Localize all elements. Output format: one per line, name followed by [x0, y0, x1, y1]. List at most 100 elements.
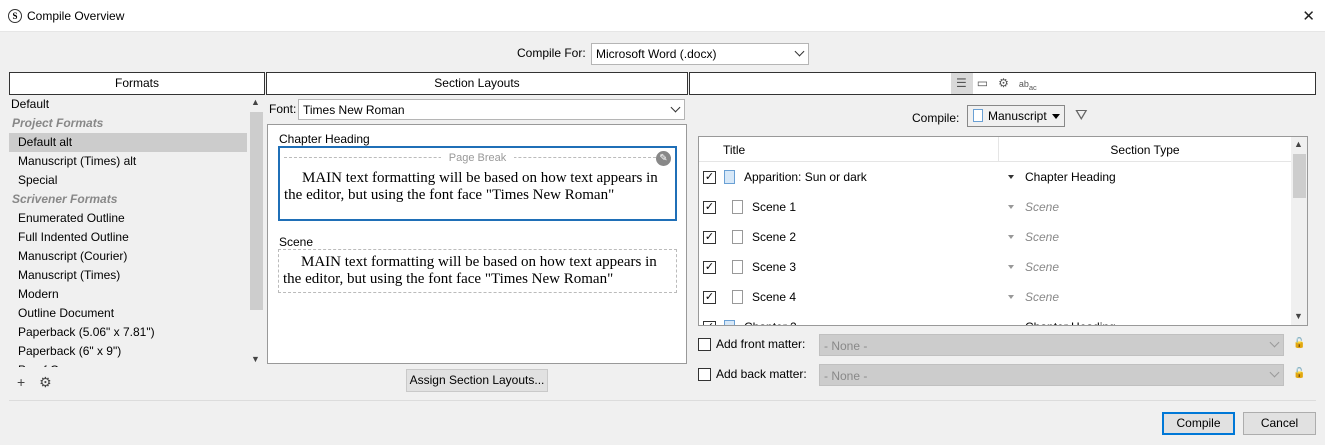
back-matter-label: Add back matter: [716, 367, 807, 381]
include-checkbox[interactable]: ✓ [703, 201, 716, 214]
edit-icon[interactable]: ✎ [656, 151, 671, 166]
compile-group-dropdown[interactable]: Manuscript [967, 105, 1065, 127]
document-icon [732, 290, 743, 304]
filter-icon[interactable]: ⛛ [1075, 107, 1088, 124]
cancel-button[interactable]: Cancel [1243, 412, 1316, 435]
dropdown-arrow-icon [1052, 114, 1060, 119]
include-checkbox[interactable]: ✓ [703, 171, 716, 184]
row-section-type[interactable]: Scene [1025, 230, 1059, 244]
format-list-item[interactable]: Full Indented Outline [9, 228, 265, 247]
chevron-down-icon [1269, 337, 1280, 348]
add-format-icon[interactable]: + [17, 374, 25, 390]
lock-icon[interactable]: 🔓 [1293, 338, 1305, 349]
formats-header: Formats [9, 72, 265, 95]
include-checkbox[interactable]: ✓ [703, 321, 716, 325]
row-title: Scene 1 [752, 200, 797, 214]
chevron-down-icon [794, 46, 805, 57]
section-type-dropdown-icon[interactable] [1008, 235, 1014, 239]
window-title: Compile Overview [27, 9, 125, 23]
scroll-up-icon[interactable]: ▲ [1294, 139, 1303, 149]
section-type-dropdown-icon[interactable] [1008, 295, 1014, 299]
row-title: Apparition: Sun or dark [744, 170, 867, 184]
replace-text-icon[interactable]: abac [1019, 79, 1037, 92]
section-type-dropdown-icon[interactable] [1008, 175, 1014, 179]
footer-divider [9, 400, 1316, 401]
format-list-item[interactable]: Default [9, 95, 265, 114]
back-matter-value: - None - [824, 369, 868, 383]
table-header: Title Section Type [699, 137, 1291, 162]
front-matter-select[interactable]: - None - [819, 334, 1284, 356]
format-list-item[interactable]: Modern [9, 285, 265, 304]
format-list-item[interactable]: Manuscript (Courier) [9, 247, 265, 266]
include-checkbox[interactable]: ✓ [703, 231, 716, 244]
table-row[interactable]: ✓ Scene 1 Scene [699, 193, 1291, 223]
col-title-header[interactable]: Title [723, 143, 745, 157]
title-bar: S Compile Overview ✕ [0, 0, 1325, 32]
row-section-type[interactable]: Scene [1025, 290, 1059, 304]
page-break: Page Break [284, 150, 671, 164]
include-checkbox[interactable]: ✓ [703, 261, 716, 274]
section-layouts-header: Section Layouts [266, 72, 688, 95]
table-row[interactable]: ✓ Chapter 2 Chapter Heading [699, 313, 1291, 326]
format-list-item[interactable]: Proof Copy [9, 361, 265, 367]
compile-button[interactable]: Compile [1162, 412, 1235, 435]
list-icon[interactable]: ☰ [956, 76, 977, 90]
compile-for-select[interactable]: Microsoft Word (.docx) [591, 43, 809, 65]
format-list-item[interactable]: Enumerated Outline [9, 209, 265, 228]
section-type-dropdown-icon[interactable] [1008, 265, 1014, 269]
table-row[interactable]: ✓ Scene 3 Scene [699, 253, 1291, 283]
chevron-down-icon [1269, 367, 1280, 378]
table-row[interactable]: ✓ Scene 4 Scene [699, 283, 1291, 313]
scrivener-app-icon: S [8, 9, 22, 23]
chapter-heading-sample[interactable]: Page Break MAIN text formatting will be … [278, 146, 677, 221]
back-matter-select[interactable]: - None - [819, 364, 1284, 386]
assign-section-layouts-button[interactable]: Assign Section Layouts... [406, 369, 548, 392]
scroll-down-icon[interactable]: ▼ [251, 354, 260, 364]
chapter-heading-label: Chapter Heading [279, 132, 370, 146]
close-icon[interactable]: ✕ [1302, 7, 1315, 25]
row-section-type[interactable]: Chapter Heading [1025, 170, 1116, 184]
format-list-item[interactable]: Paperback (5.06" x 7.81") [9, 323, 265, 342]
row-section-type[interactable]: Chapter Heading [1025, 320, 1116, 325]
contents-scrollbar[interactable]: ▲ ▼ [1291, 137, 1307, 325]
section-type-dropdown-icon[interactable] [1008, 205, 1014, 209]
front-matter-value: - None - [824, 339, 868, 353]
row-section-type[interactable]: Scene [1025, 200, 1059, 214]
tag-icon[interactable]: ▭ [977, 76, 998, 90]
format-list-item[interactable]: Special [9, 171, 265, 190]
col-section-type-header[interactable]: Section Type [999, 143, 1291, 157]
gear-icon[interactable]: ⚙ [998, 76, 1019, 90]
format-list-item[interactable]: Paperback (6" x 9") [9, 342, 265, 361]
scroll-thumb[interactable] [1293, 154, 1306, 198]
lock-icon[interactable]: 🔓 [1293, 368, 1305, 379]
scroll-up-icon[interactable]: ▲ [251, 97, 260, 107]
scroll-thumb[interactable] [250, 112, 263, 310]
front-matter-checkbox[interactable] [698, 338, 711, 351]
table-row[interactable]: ✓ Apparition: Sun or dark Chapter Heading [699, 163, 1291, 193]
font-label: Font: [269, 102, 297, 116]
format-list-item[interactable]: Manuscript (Times) alt [9, 152, 265, 171]
back-matter-checkbox[interactable] [698, 368, 711, 381]
format-list-item[interactable]: Manuscript (Times) [9, 266, 265, 285]
include-checkbox[interactable]: ✓ [703, 291, 716, 304]
compile-for-value: Microsoft Word (.docx) [596, 47, 717, 61]
compile-group-label: Compile: [912, 111, 960, 125]
font-select[interactable]: Times New Roman [298, 99, 685, 120]
formats-scrollbar[interactable]: ▲ ▼ [248, 95, 265, 367]
row-section-type[interactable]: Scene [1025, 260, 1059, 274]
table-row[interactable]: ✓ Scene 2 Scene [699, 223, 1291, 253]
row-title: Scene 3 [752, 260, 797, 274]
front-matter-label: Add front matter: [716, 337, 806, 351]
format-group-header: Scrivener Formats [12, 192, 118, 206]
scroll-down-icon[interactable]: ▼ [1294, 311, 1303, 321]
section-type-dropdown-icon[interactable] [1008, 325, 1014, 326]
format-list-item[interactable]: Outline Document [9, 304, 265, 323]
format-list-item[interactable]: Default alt [9, 133, 247, 152]
format-group-header: Project Formats [12, 116, 104, 130]
compile-for-label: Compile For: [517, 46, 586, 60]
format-settings-icon[interactable]: ⚙ [39, 374, 52, 390]
scene-sample[interactable]: MAIN text formatting will be based on ho… [278, 249, 677, 293]
chevron-down-icon [670, 102, 681, 113]
scene-label: Scene [279, 235, 314, 249]
contents-table: Title Section Type ✓ Apparition: Sun or d… [698, 136, 1308, 326]
